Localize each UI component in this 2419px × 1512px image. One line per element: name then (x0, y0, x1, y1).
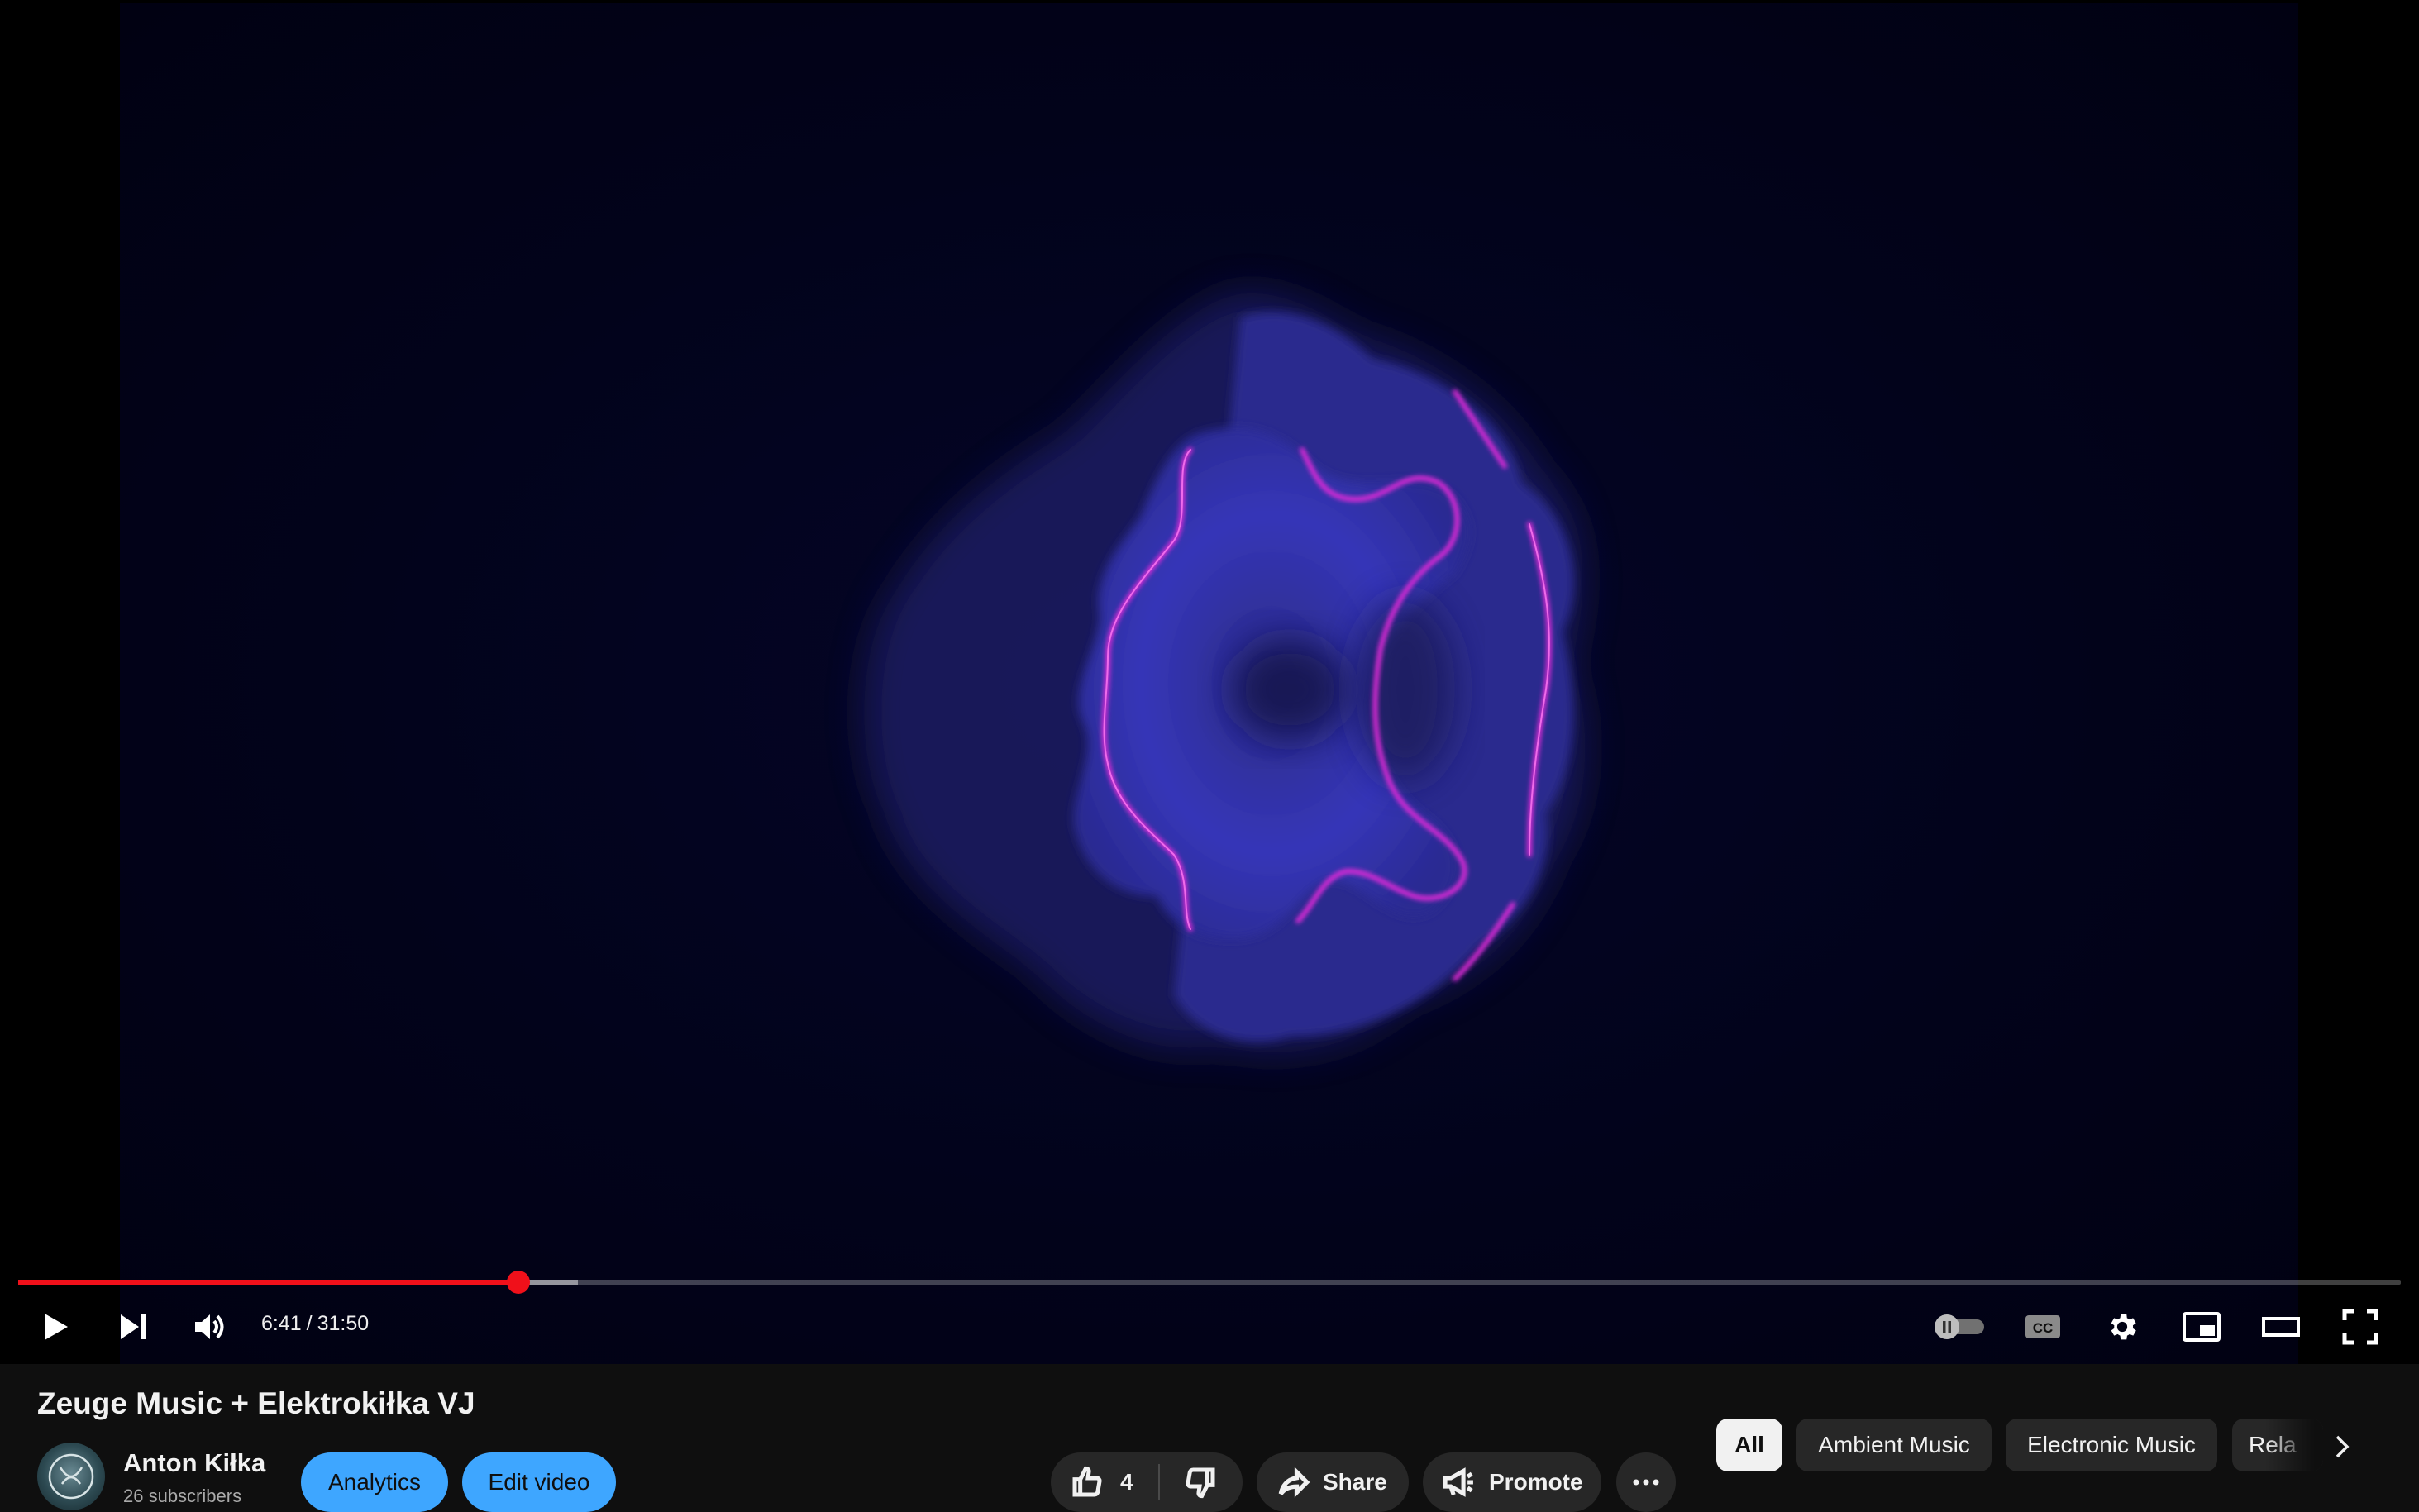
share-label: Share (1323, 1469, 1387, 1495)
next-button[interactable] (108, 1302, 158, 1352)
chip-all[interactable]: All (1716, 1419, 1782, 1471)
visualizer-graphic (864, 292, 1586, 1053)
like-button[interactable]: 4 (1051, 1452, 1158, 1512)
share-icon (1278, 1467, 1310, 1498)
chevron-right-icon (2336, 1435, 2350, 1458)
chip-ambient-music[interactable]: Ambient Music (1796, 1419, 1992, 1471)
next-icon (121, 1314, 146, 1339)
promote-button[interactable]: Promote (1423, 1452, 1601, 1512)
channel-name[interactable]: Anton Kiłka (123, 1448, 265, 1478)
fullscreen-icon (2342, 1309, 2378, 1345)
settings-button[interactable] (2097, 1302, 2147, 1352)
miniplayer-icon (2183, 1312, 2221, 1342)
video-frame[interactable] (120, 3, 2298, 1364)
autoplay-toggle[interactable] (1931, 1302, 1989, 1352)
play-button[interactable] (30, 1302, 79, 1352)
megaphone-icon (1443, 1467, 1473, 1497)
channel-logo-icon (48, 1453, 94, 1500)
subscriber-count: 26 subscribers (123, 1486, 242, 1506)
thumbs-up-icon (1072, 1466, 1102, 1497)
volume-button[interactable] (185, 1302, 235, 1352)
fullscreen-button[interactable] (2336, 1302, 2385, 1352)
play-icon (45, 1314, 68, 1340)
chip-fade (2265, 1419, 2323, 1471)
time-separator: / (306, 1312, 313, 1335)
chip-electronic-music[interactable]: Electronic Music (2006, 1419, 2217, 1471)
captions-button[interactable]: CC (2018, 1302, 2068, 1352)
svg-text:CC: CC (2033, 1320, 2054, 1336)
share-button[interactable]: Share (1257, 1452, 1409, 1512)
cc-icon: CC (2025, 1315, 2060, 1338)
more-actions-button[interactable] (1616, 1452, 1676, 1512)
analytics-button[interactable]: Analytics (301, 1452, 448, 1512)
current-time: 6:41 (261, 1312, 302, 1335)
dislike-button[interactable] (1160, 1452, 1241, 1512)
progress-played (18, 1280, 519, 1285)
theater-icon (2262, 1317, 2300, 1337)
like-count: 4 (1120, 1469, 1133, 1495)
video-title: Zeuge Music + Elektrokiłka VJ (37, 1386, 475, 1420)
more-horizontal-icon (1633, 1479, 1659, 1486)
autoplay-toggle-icon (1935, 1314, 1984, 1339)
volume-icon (195, 1314, 224, 1339)
channel-avatar[interactable] (37, 1443, 105, 1510)
duration: 31:50 (317, 1312, 370, 1335)
chip-rela[interactable]: Rela (2232, 1419, 2323, 1471)
edit-video-button[interactable]: Edit video (462, 1452, 616, 1512)
like-dislike-group: 4 (1051, 1452, 1243, 1512)
video-player[interactable]: 6:41/31:50 CC (0, 0, 2419, 1364)
miniplayer-button[interactable] (2177, 1302, 2226, 1352)
gear-icon (2111, 1314, 2136, 1340)
chips-next-button[interactable] (2321, 1424, 2363, 1470)
promote-label: Promote (1489, 1469, 1583, 1495)
thumbs-down-icon (1186, 1467, 1215, 1499)
time-display: 6:41/31:50 (261, 1312, 369, 1336)
theater-mode-button[interactable] (2256, 1302, 2306, 1352)
progress-bar[interactable] (18, 1271, 2401, 1294)
